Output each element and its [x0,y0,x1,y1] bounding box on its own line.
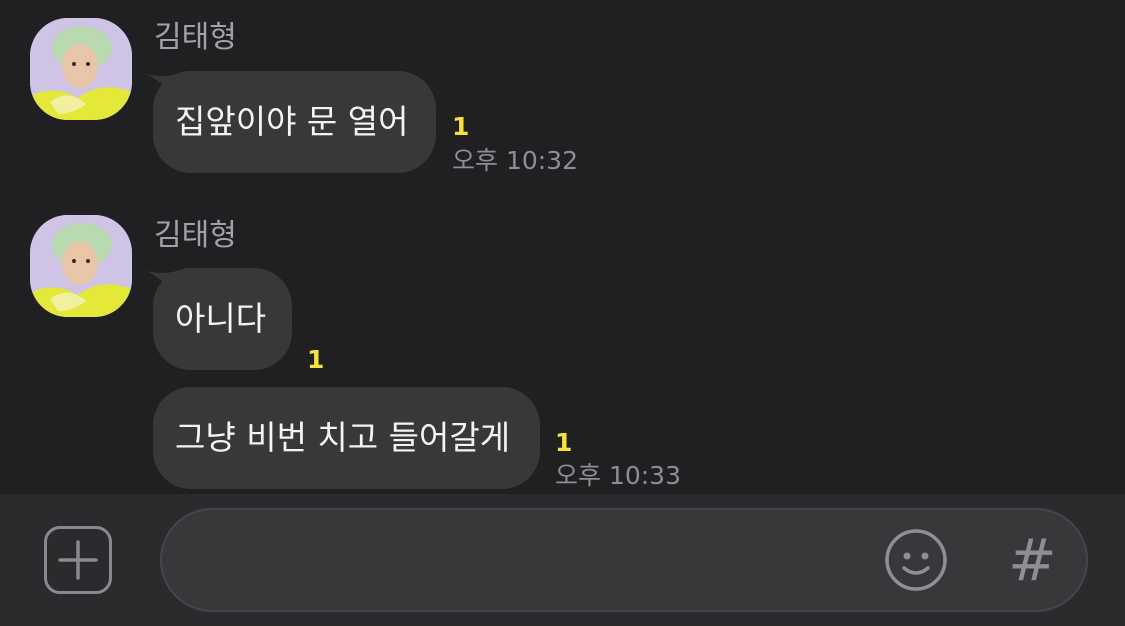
message-bubble[interactable]: 아니다 [153,268,292,370]
avatar-photo [30,215,132,317]
avatar-photo [30,18,132,120]
sender-avatar[interactable] [30,18,132,120]
message-input-bar: # [0,494,1125,626]
unread-count: 1 [452,112,470,141]
chat-message-list[interactable]: 김태형 집앞이야 문 열어 1 오후 10:32 김태형 아니다 1 그냥 비번… [0,0,1125,494]
attach-plus-button[interactable] [44,526,112,594]
sender-name: 김태형 [154,218,237,253]
hashtag-search-button[interactable]: # [1008,522,1057,598]
unread-count: 1 [307,345,325,374]
sender-avatar[interactable] [30,215,132,317]
unread-count: 1 [555,428,573,457]
plus-icon [58,540,98,580]
message-bubble[interactable]: 집앞이야 문 열어 [153,71,436,173]
emoji-button[interactable] [884,528,948,592]
message-input[interactable]: # [160,508,1088,612]
message-time: 오후 10:33 [555,461,681,490]
sender-name: 김태형 [154,20,237,55]
message-time: 오후 10:32 [452,146,578,175]
message-bubble[interactable]: 그냥 비번 치고 들어갈게 [153,387,540,489]
smiley-icon [885,529,947,591]
